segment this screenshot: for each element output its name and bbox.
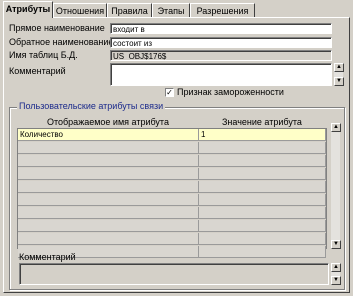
attribute-name-cell[interactable]: Количество xyxy=(18,129,199,141)
attribute-value-cell[interactable] xyxy=(199,181,326,193)
column-header-attribute-value: Значение атрибута xyxy=(222,117,302,127)
table-name-field: US_OBJ$176$ xyxy=(110,50,332,61)
tab-attributes[interactable]: Атрибуты xyxy=(3,1,53,18)
attribute-name-cell[interactable] xyxy=(18,142,199,154)
table-row[interactable] xyxy=(18,168,326,181)
frozen-checkbox[interactable]: ✓ xyxy=(165,88,174,97)
table-row[interactable] xyxy=(18,194,326,207)
bottom-comment-scrollbar[interactable]: ▲ ▼ xyxy=(330,263,341,285)
attribute-value-cell[interactable] xyxy=(199,155,326,167)
column-header-attribute-name: Отображаемое имя атрибута xyxy=(47,117,169,127)
attribute-name-cell[interactable] xyxy=(18,207,199,219)
user-attributes-title: Пользовательские атрибуты связи xyxy=(17,101,166,112)
table-row[interactable] xyxy=(18,220,326,233)
attribute-name-cell[interactable] xyxy=(18,181,199,193)
attribute-name-cell[interactable] xyxy=(18,233,199,245)
attribute-value-cell[interactable] xyxy=(199,168,326,180)
scroll-down-icon[interactable]: ▼ xyxy=(331,240,341,249)
attribute-value-cell[interactable] xyxy=(199,142,326,154)
tab-permissions[interactable]: Разрешения xyxy=(190,3,255,17)
attribute-value-cell[interactable] xyxy=(199,194,326,206)
table-row[interactable] xyxy=(18,142,326,155)
attribute-name-cell[interactable] xyxy=(18,220,199,232)
grid-scrollbar[interactable]: ▲ ▼ xyxy=(330,123,341,249)
table-row[interactable] xyxy=(18,181,326,194)
tab-relations[interactable]: Отношения xyxy=(53,3,107,17)
forward-name-field[interactable]: входит в xyxy=(110,23,332,34)
attribute-value-cell[interactable] xyxy=(199,246,326,258)
attribute-value-cell[interactable] xyxy=(199,233,326,245)
comment-field[interactable] xyxy=(110,63,332,86)
forward-name-label: Прямое наименование xyxy=(9,23,105,33)
frozen-checkbox-label: Признак замороженности xyxy=(177,87,284,97)
table-row[interactable] xyxy=(18,233,326,246)
table-row[interactable] xyxy=(18,155,326,168)
comment-label: Комментарий xyxy=(9,66,66,76)
scroll-down-icon[interactable]: ▼ xyxy=(334,77,344,86)
attribute-name-cell[interactable] xyxy=(18,155,199,167)
scroll-down-icon[interactable]: ▼ xyxy=(331,276,341,285)
attribute-value-cell[interactable] xyxy=(199,220,326,232)
tab-stages[interactable]: Этапы xyxy=(152,3,190,17)
attribute-name-cell[interactable] xyxy=(18,194,199,206)
table-row[interactable] xyxy=(18,207,326,220)
reverse-name-field[interactable]: состоит из xyxy=(110,37,332,48)
table-name-label: Имя таблиц Б.Д. xyxy=(9,50,78,60)
comment-scrollbar[interactable]: ▲ ▼ xyxy=(333,63,344,86)
bottom-comment-field[interactable] xyxy=(19,263,329,285)
bottom-comment-label: Комментарий xyxy=(19,252,76,262)
attributes-grid[interactable]: Количество 1 xyxy=(17,128,327,258)
scroll-up-icon[interactable]: ▲ xyxy=(334,63,344,72)
tab-rules[interactable]: Правила xyxy=(107,3,152,17)
reverse-name-label: Обратное наименование xyxy=(9,37,114,47)
scroll-up-icon[interactable]: ▲ xyxy=(331,263,341,272)
scroll-up-icon[interactable]: ▲ xyxy=(331,123,341,132)
attribute-value-cell[interactable]: 1 xyxy=(199,129,326,141)
attribute-name-cell[interactable] xyxy=(18,168,199,180)
attribute-value-cell[interactable] xyxy=(199,207,326,219)
table-row[interactable]: Количество 1 xyxy=(18,129,326,142)
